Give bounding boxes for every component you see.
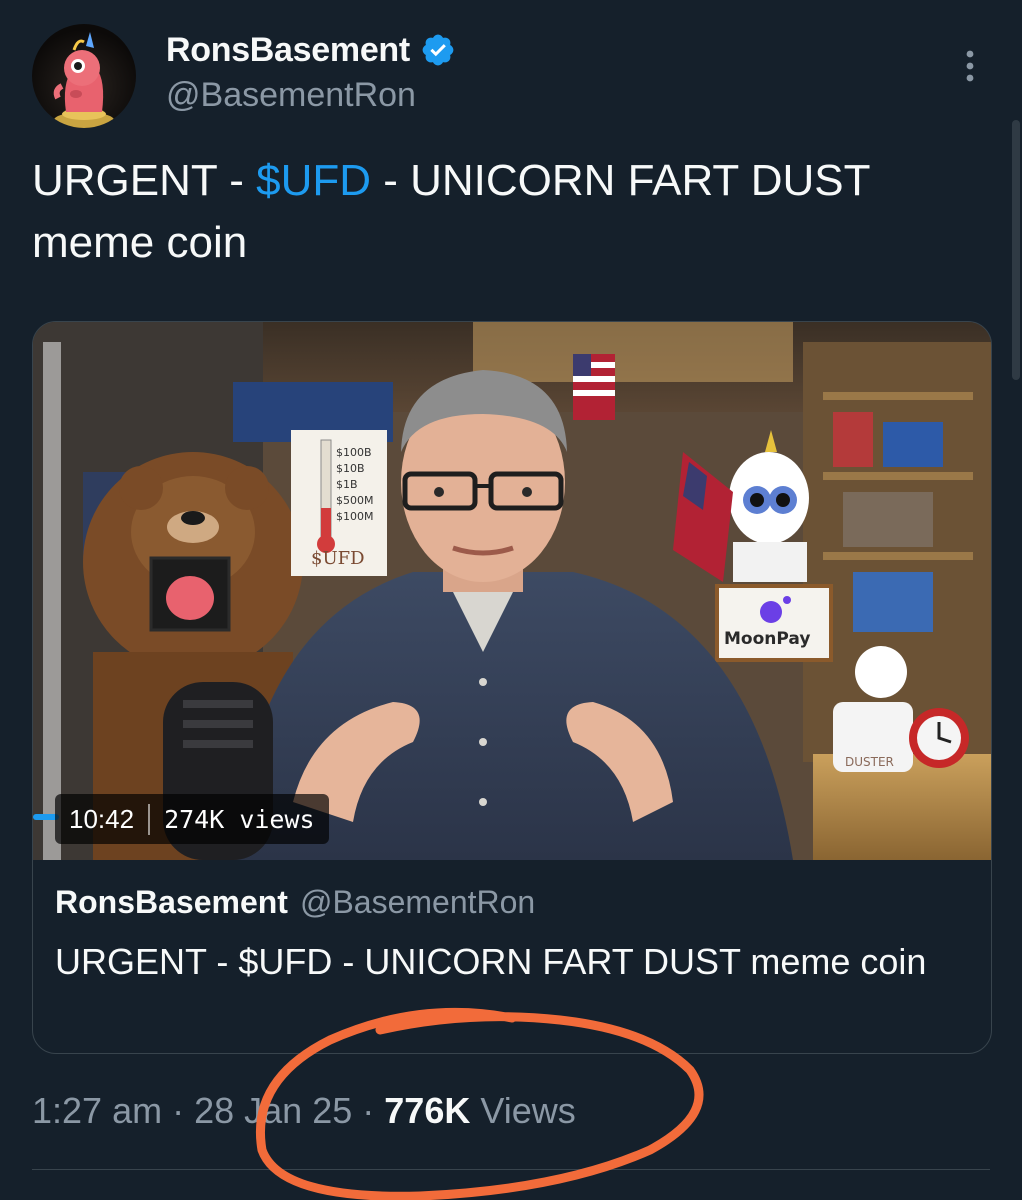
video-duration: 10:42 bbox=[69, 803, 151, 835]
author-name-row[interactable]: RonsBasement bbox=[166, 30, 456, 70]
tweet-time[interactable]: 1:27 am bbox=[32, 1090, 162, 1131]
tweet-views-count[interactable]: 776K bbox=[384, 1090, 470, 1131]
scrollbar[interactable] bbox=[1012, 120, 1020, 380]
duster-jar-label: DUSTER bbox=[845, 755, 894, 769]
video-info-badge: 10:42 274K views bbox=[55, 794, 329, 844]
tweet-detail-page: RonsBasement @BasementRon URGENT - $UFD … bbox=[0, 0, 1022, 1200]
video-view-count: 274K views bbox=[164, 804, 315, 834]
author-display-name[interactable]: RonsBasement bbox=[166, 31, 410, 70]
author-avatar[interactable] bbox=[32, 24, 136, 128]
thermometer-value-2: $10B bbox=[336, 462, 365, 475]
tweet-views-label[interactable]: Views bbox=[480, 1090, 575, 1131]
card-author-name: RonsBasement bbox=[55, 884, 288, 920]
card-author-handle: @BasementRon bbox=[299, 884, 536, 920]
tweet-date[interactable]: 28 Jan 25 bbox=[194, 1090, 352, 1131]
meta-separator-1: · bbox=[172, 1090, 185, 1131]
thermometer-value-1: $100B bbox=[336, 446, 372, 459]
thermometer-value-3: $1B bbox=[336, 478, 358, 491]
video-thumbnail[interactable]: $100B $10B $1B $500M $100M $UFD MoonPay … bbox=[33, 322, 991, 860]
tweet-meta-line: 1:27 am · 28 Jan 25 · 776K Views bbox=[32, 1090, 576, 1132]
tweet-text: URGENT - $UFD - UNICORN FART DUST meme c… bbox=[32, 150, 972, 274]
basement-scene-image: $100B $10B $1B $500M $100M $UFD MoonPay … bbox=[33, 322, 991, 860]
thermometer-value-4: $500M bbox=[336, 494, 374, 507]
unicorn-avatar-image bbox=[53, 32, 114, 128]
moonpay-sign: MoonPay bbox=[724, 629, 810, 649]
meta-separator-2: · bbox=[362, 1090, 375, 1131]
card-footer[interactable]: RonsBasement @BasementRon URGENT - $UFD … bbox=[55, 884, 965, 988]
divider bbox=[32, 1169, 990, 1170]
verified-badge-icon bbox=[422, 34, 454, 66]
card-title: URGENT - $UFD - UNICORN FART DUST meme c… bbox=[55, 941, 927, 982]
thermometer-label: $UFD bbox=[311, 548, 365, 569]
card-author-row: RonsBasement @BasementRon bbox=[55, 884, 965, 928]
cashtag-link[interactable]: $UFD bbox=[256, 156, 371, 205]
more-vertical-icon[interactable] bbox=[954, 46, 986, 86]
thermometer-value-5: $100M bbox=[336, 510, 374, 523]
video-link-card[interactable]: $100B $10B $1B $500M $100M $UFD MoonPay … bbox=[32, 321, 992, 1054]
author-handle[interactable]: @BasementRon bbox=[166, 76, 416, 115]
tweet-text-prefix: URGENT - bbox=[32, 156, 257, 205]
